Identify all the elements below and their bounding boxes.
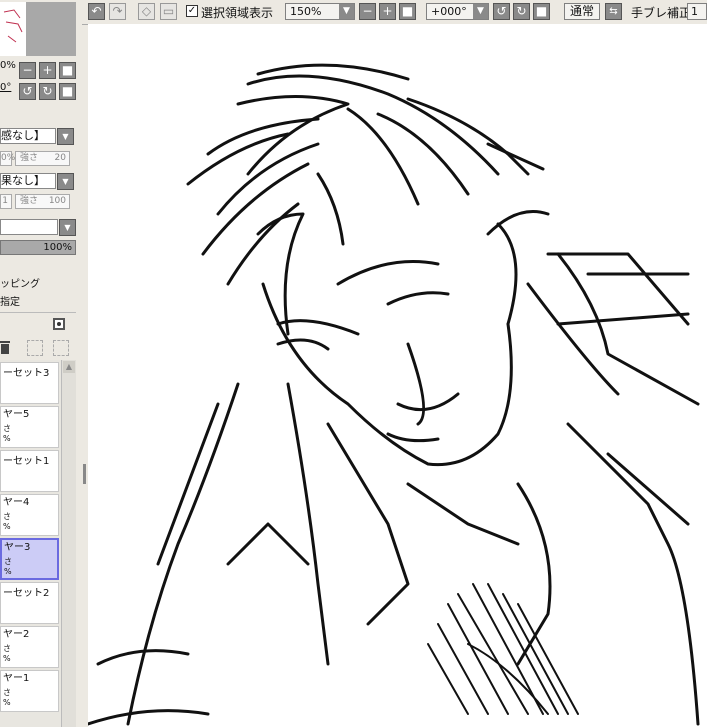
layer-opacity-percent: % [4,567,12,576]
shading-hatches [427,583,579,715]
blend-mode-button[interactable]: 通常 [564,3,600,20]
zoom-reset-button[interactable]: ■ [59,62,76,79]
opacity-slider[interactable]: 100% [0,240,76,255]
opacity-value: 100% [43,242,72,253]
effect-strength-label: 強さ [20,196,39,206]
hair-strokes [186,63,550,336]
zoom-out-button[interactable]: − [19,62,36,79]
layer-name: ーセット2 [3,588,50,599]
texture-percent: 0% [0,151,15,166]
clipping-label[interactable]: ッピング [0,275,40,290]
merge-down-icon[interactable] [27,340,43,356]
layer-name: ヤー1 [3,673,30,684]
zoom-in-button[interactable]: + [39,62,56,79]
coat-strokes [88,252,700,726]
face-strokes [261,222,518,467]
scroll-up-arrow[interactable]: ▲ [63,361,75,373]
rotate-reset-button[interactable]: ■ [59,83,76,100]
texture-strength-field[interactable]: 強さ 20 [15,151,70,166]
layer-row[interactable]: ーセット1 [0,450,59,492]
splitter-handle[interactable] [83,464,86,484]
layer-opacity-percent: % [3,522,11,531]
rotation-select[interactable]: +000° ▼ [426,3,489,20]
layer-row[interactable]: ーセット2 [0,582,59,624]
navigator-rotation-readout: 0° [0,82,12,93]
left-panel: 0% − + ■ 0° ↺ ↻ ■ 感なし】 ▼ 0% 強さ 20 果なし】 ▼… [0,0,83,727]
layer-row[interactable]: ヤー2 さ% [0,626,59,668]
layer-opacity-label: さ [3,424,11,433]
rotate-left-button[interactable]: ↺ [19,83,36,100]
texture-strength-label: 強さ [20,153,39,163]
toolbar-zoom-reset-button[interactable]: ■ [399,3,416,20]
layer-row[interactable]: ヤー4 さ% [0,494,59,536]
trash-icon[interactable] [0,340,10,354]
trash-icon-graphic [0,341,10,354]
layer-opacity-label: さ [3,644,11,653]
layer-mask-icon[interactable] [53,318,65,330]
zoom-select[interactable]: 150% ▼ [285,3,355,20]
layer-opacity-label: さ [4,557,12,566]
layer-name: ーセット3 [3,368,50,379]
rotate-right-button[interactable]: ↻ [39,83,56,100]
texture-strength-value: 20 [54,153,66,163]
sketch-artwork [88,63,700,726]
layer-opacity-percent: % [3,698,11,707]
rotation-value: +000° [431,5,467,18]
rotation-dropdown-arrow[interactable]: ▼ [473,4,488,19]
zoom-value: 150% [290,5,322,18]
layer-row[interactable]: ヤー1 さ% [0,670,59,712]
layer-name: ーセット1 [3,456,50,467]
stabilizer-value[interactable]: 1 [687,3,707,20]
copy-layer-icon[interactable] [53,340,69,356]
texture-dropdown-arrow[interactable]: ▼ [57,128,74,145]
undo-button[interactable]: ↶ [88,3,105,20]
selection-checkbox[interactable]: ✓ [186,5,198,17]
layer-opacity-percent: % [3,434,11,443]
layer-name: ヤー5 [3,409,30,420]
blend-mode-dropdown-arrow[interactable]: ▼ [59,219,76,236]
preview-sketch [3,9,23,43]
layer-name: ヤー4 [3,497,30,508]
layer-row[interactable]: ヤー5 さ% [0,406,59,448]
layer-row[interactable]: ヤー3 さ% [0,538,59,580]
layer-name: ヤー2 [3,629,30,640]
toolbar-rotate-reset-button[interactable]: ■ [533,3,550,20]
layer-opacity-label: さ [3,512,11,521]
layer-row[interactable]: ーセット3 [0,362,59,404]
effect-select[interactable]: 果なし】 [0,173,56,189]
drawing-canvas[interactable] [88,24,707,727]
layer-list: ーセット3 ヤー5 さ% ーセット1 ヤー4 さ% ヤー3 さ% ーセット2 ヤー2 さ% ヤー1 さ% [0,360,61,727]
deselect-button[interactable]: ◇ [138,3,155,20]
effect-strength-field[interactable]: 強さ 100 [15,194,70,209]
toolbar-rotate-right-button[interactable]: ↻ [513,3,530,20]
zoom-dropdown-arrow[interactable]: ▼ [339,4,354,19]
top-toolbar: ↶ ↷ ◇ ▭ ✓ 選択領域表示 150% ▼ − + ■ +000° ▼ ↺ … [82,0,707,25]
navigator-preview [0,2,26,56]
blend-mode-select[interactable] [0,219,58,235]
selection-display-label: 選択領域表示 [201,6,274,20]
layer-opacity-percent: % [3,654,11,663]
toolbar-rotate-left-button[interactable]: ↺ [493,3,510,20]
layer-opacity-label: さ [3,688,11,697]
redo-button[interactable]: ↷ [109,3,126,20]
effect-percent: 1 [0,194,12,209]
effect-dropdown-arrow[interactable]: ▼ [57,173,74,190]
navigator-zoom-readout: 0% [0,60,16,71]
selection-source-label[interactable]: 指定 [0,293,20,308]
layer-mask-dot [57,322,61,326]
clear-button[interactable]: ▭ [160,3,177,20]
navigator-thumbnail[interactable] [0,2,76,56]
toolbar-zoom-in-button[interactable]: + [379,3,396,20]
effect-strength-value: 100 [48,196,66,206]
stabilizer-label: 手ブレ補正 [631,6,692,20]
texture-select[interactable]: 感なし】 [0,128,56,144]
layer-name: ヤー3 [4,542,31,553]
flip-horizontal-button[interactable]: ⇆ [605,3,622,20]
layer-scrollbar[interactable]: ▲ [61,360,76,727]
toolbar-zoom-out-button[interactable]: − [359,3,376,20]
